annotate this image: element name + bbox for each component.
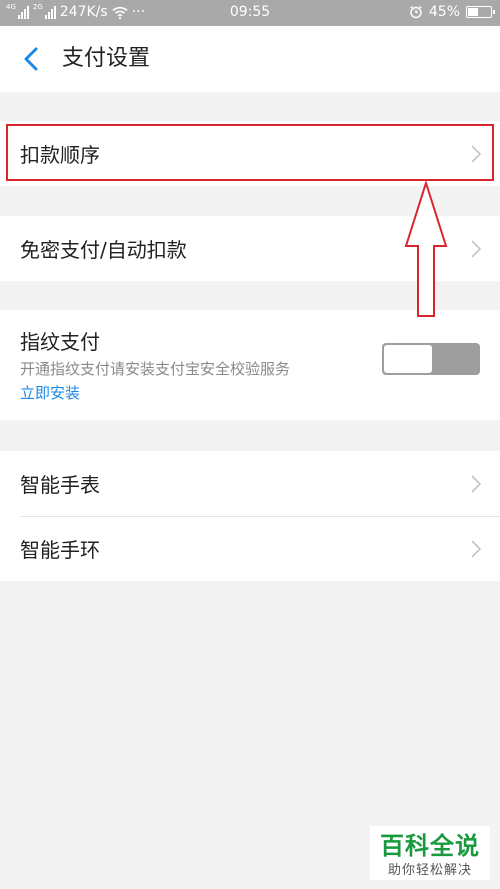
fingerprint-payment-toggle[interactable] — [382, 343, 480, 375]
watermark: 百科全说 助你轻松解决 — [370, 826, 490, 880]
smart-watch-item[interactable]: 智能手表 — [0, 451, 500, 516]
smart-band-item[interactable]: 智能手环 — [0, 516, 500, 581]
battery-icon — [466, 6, 495, 18]
fingerprint-payment-description: 开通指纹支付请安装支付宝安全校验服务 — [20, 360, 291, 378]
group-smart-devices: 智能手表 智能手环 — [0, 451, 500, 581]
battery-fill — [468, 8, 478, 16]
toggle-knob — [384, 345, 432, 373]
status-bar: 4G 2G 247K/s ··· 09:55 45% — [0, 0, 500, 26]
watermark-title: 百科全说 — [380, 832, 480, 860]
up-arrow-annotation — [404, 180, 448, 317]
chevron-right-icon — [471, 474, 482, 493]
group-fingerprint: 指纹支付 开通指纹支付请安装支付宝安全校验服务 立即安装 — [0, 310, 500, 420]
back-arrow-icon[interactable] — [16, 44, 46, 74]
battery-percent: 45% — [428, 4, 460, 20]
no-password-payment-label: 免密支付/自动扣款 — [20, 238, 187, 262]
page-title: 支付设置 — [62, 46, 151, 71]
install-now-link[interactable]: 立即安装 — [20, 382, 80, 403]
chevron-right-icon — [471, 539, 482, 558]
navigation-bar: 支付设置 — [0, 26, 500, 92]
watermark-subtitle: 助你轻松解决 — [387, 863, 472, 878]
alarm-clock-icon — [409, 5, 422, 19]
fingerprint-payment-title: 指纹支付 — [20, 330, 100, 354]
chevron-right-icon — [471, 239, 482, 258]
smart-watch-label: 智能手表 — [20, 473, 100, 497]
highlight-box — [6, 124, 494, 181]
smart-band-label: 智能手环 — [20, 538, 100, 562]
